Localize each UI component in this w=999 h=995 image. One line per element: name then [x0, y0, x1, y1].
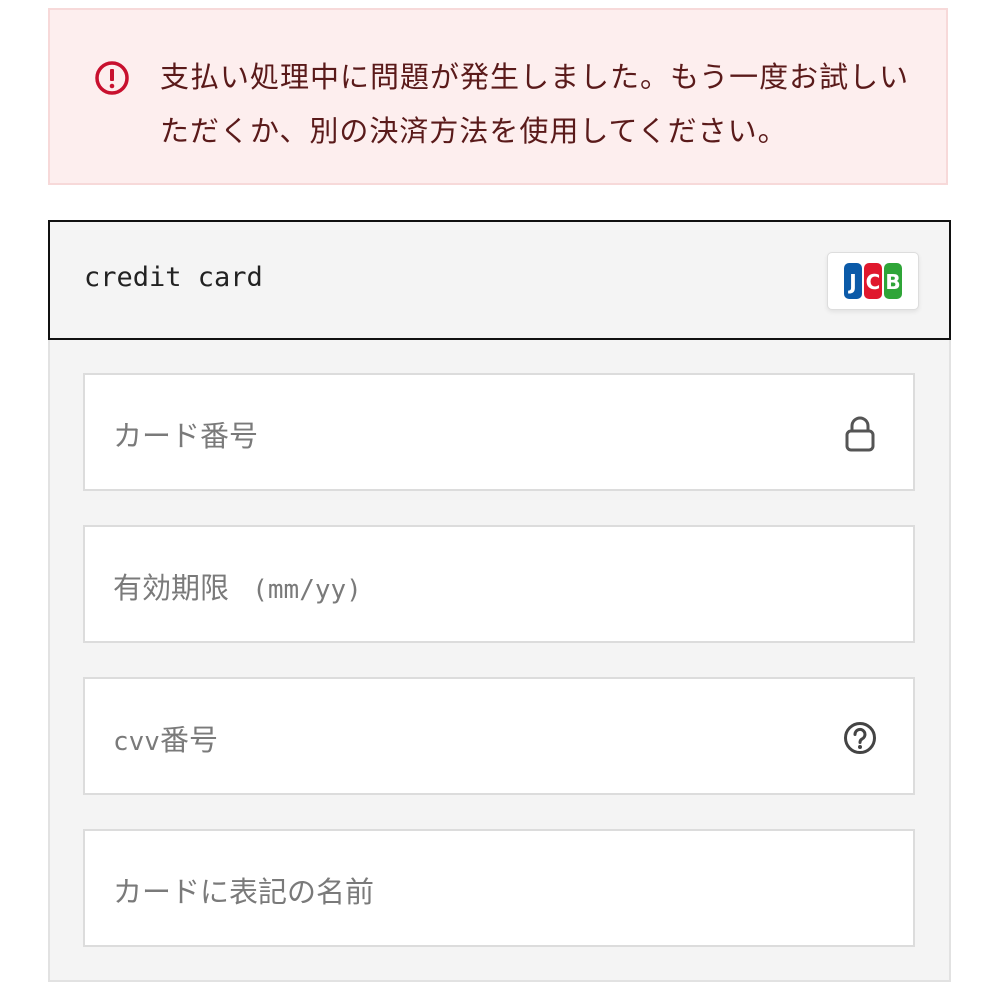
payment-method-title: credit card	[84, 262, 263, 293]
svg-text:C: C	[866, 270, 881, 294]
card-number-placeholder: カード番号	[113, 419, 259, 453]
expiry-label: 有効期限	[113, 571, 230, 605]
expiry-format-hint: (mm/yy)	[252, 575, 362, 605]
lock-icon	[845, 416, 875, 452]
cardholder-name-placeholder: カードに表記の名前	[113, 875, 375, 909]
cardholder-name-field[interactable]: カードに表記の名前	[83, 829, 915, 947]
error-message: 支払い処理中に問題が発生しました。もう一度お試しいただくか、別の決済方法を使用し…	[160, 60, 910, 148]
payment-method-credit-card[interactable]: credit card J C B	[48, 220, 951, 340]
cvv-prefix: cvv	[113, 727, 160, 757]
expiry-placeholder: 有効期限 (mm/yy)	[113, 565, 362, 607]
exclamation-circle-icon	[95, 61, 129, 95]
cvv-field[interactable]: cvv番号	[83, 677, 915, 795]
cvv-suffix: 番号	[159, 723, 218, 757]
error-alert: 支払い処理中に問題が発生しました。もう一度お試しいただくか、別の決済方法を使用し…	[48, 8, 948, 185]
expiry-field[interactable]: 有効期限 (mm/yy)	[83, 525, 915, 643]
cvv-placeholder: cvv番号	[113, 717, 218, 759]
jcb-logo: J C B	[827, 252, 919, 310]
svg-text:B: B	[885, 270, 900, 294]
question-circle-icon[interactable]	[843, 719, 877, 757]
card-number-field[interactable]: カード番号	[83, 373, 915, 491]
svg-text:J: J	[847, 270, 856, 294]
